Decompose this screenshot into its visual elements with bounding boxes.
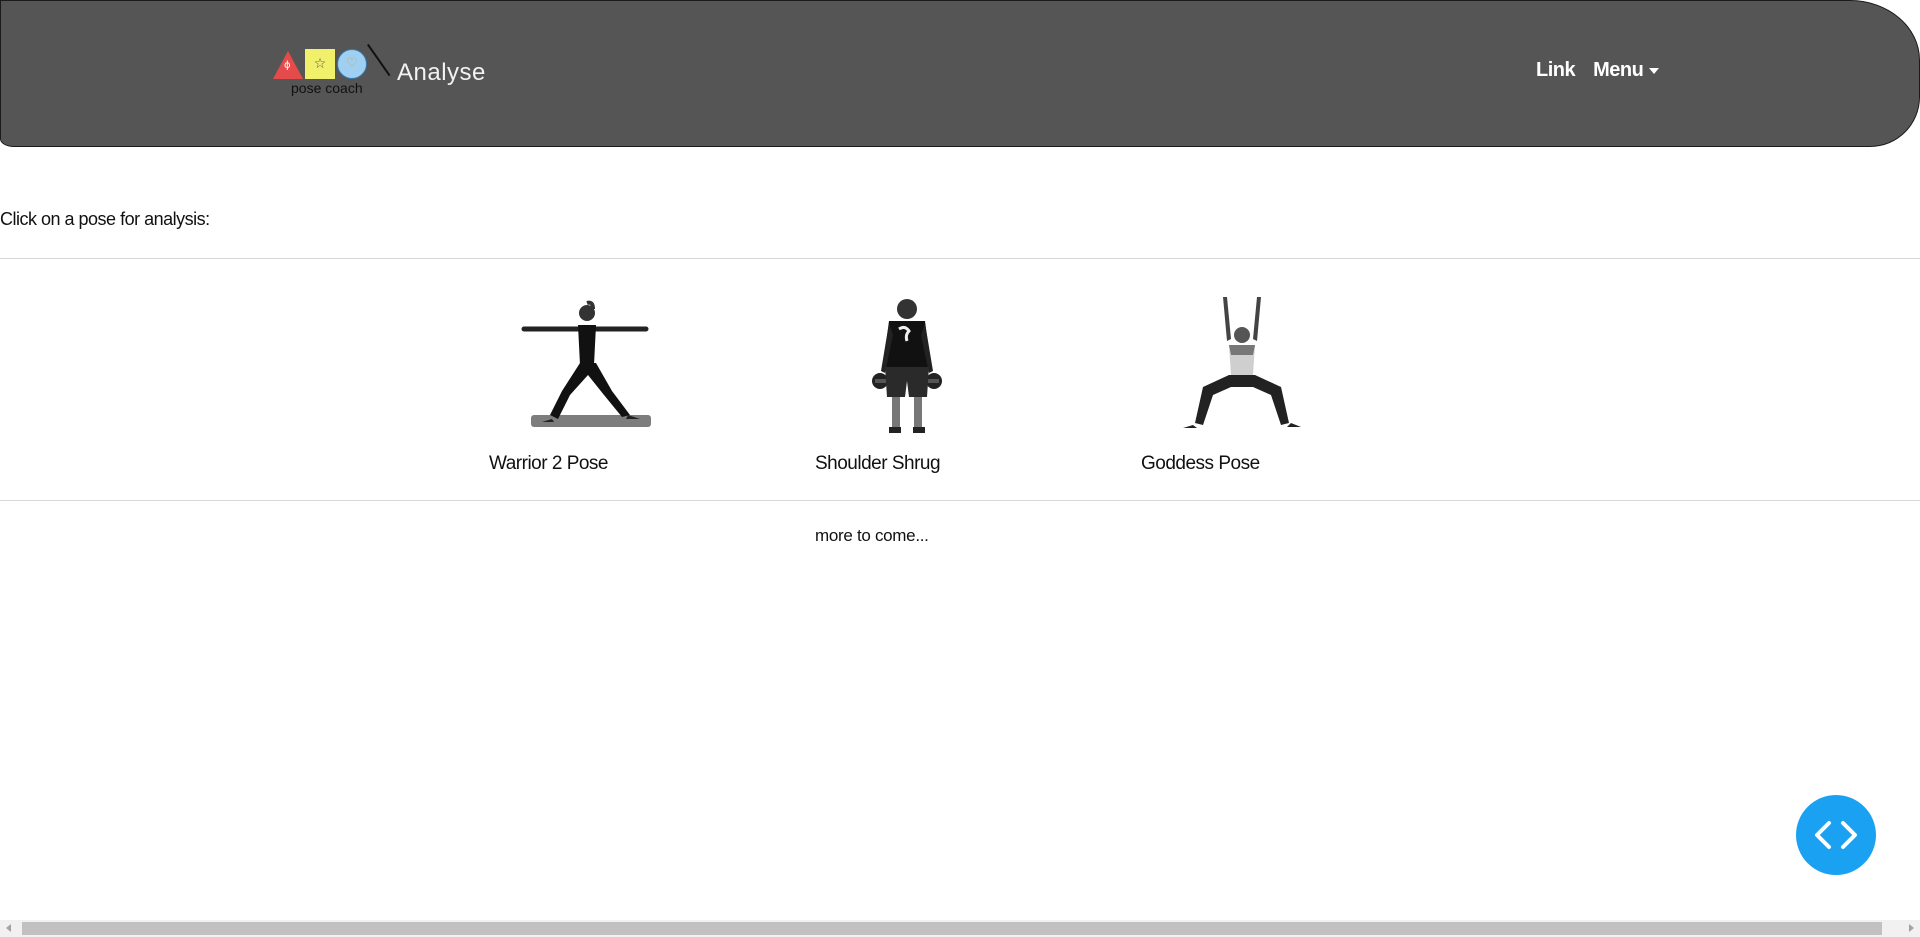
star-figure-icon: ☆	[305, 49, 335, 79]
pose-coach-logo: ϕ ☆ ♡ pose coach	[271, 43, 391, 99]
scroll-left-arrow-icon[interactable]	[6, 924, 11, 932]
scrollbar-thumb[interactable]	[22, 922, 1882, 935]
flame-icon: ϕ	[284, 60, 291, 71]
caret-down-icon	[1649, 67, 1660, 74]
goddess-pose-image	[1183, 297, 1301, 428]
heart-icon: ♡	[337, 49, 367, 79]
pose-label: Shoulder Shrug	[815, 453, 941, 474]
instruction-text: Click on a pose for analysis:	[0, 209, 210, 229]
pose-label: Goddess Pose	[1141, 453, 1260, 474]
pose-card-warrior-2[interactable]: Warrior 2 Pose	[489, 295, 669, 475]
shoulder-shrug-image	[872, 299, 942, 433]
nav-links: Link Menu	[1536, 59, 1660, 82]
pose-card-shoulder-shrug[interactable]: Shoulder Shrug	[815, 295, 995, 475]
horizontal-scrollbar[interactable]	[0, 920, 1920, 937]
menu-dropdown[interactable]: Menu	[1593, 59, 1660, 82]
code-brackets-icon	[1815, 821, 1857, 849]
pose-card-goddess[interactable]: Goddess Pose	[1141, 295, 1321, 475]
brand-title[interactable]: Analyse	[397, 59, 486, 87]
logo-divider	[367, 43, 391, 77]
nav-link[interactable]: Link	[1536, 59, 1576, 82]
logo-caption: pose coach	[291, 80, 363, 96]
top-navbar: ϕ ☆ ♡ pose coach Analyse Link Menu	[0, 0, 1920, 147]
brand[interactable]: ϕ ☆ ♡ pose coach Analyse	[271, 43, 486, 99]
menu-dropdown-label: Menu	[1593, 59, 1644, 81]
code-view-button[interactable]	[1796, 795, 1876, 875]
divider-bottom	[0, 500, 1920, 501]
more-to-come-text: more to come...	[815, 526, 929, 545]
warrior-2-pose-image	[521, 300, 651, 427]
pose-label: Warrior 2 Pose	[489, 453, 609, 474]
scroll-right-arrow-icon[interactable]	[1909, 924, 1914, 932]
divider-top	[0, 258, 1920, 259]
